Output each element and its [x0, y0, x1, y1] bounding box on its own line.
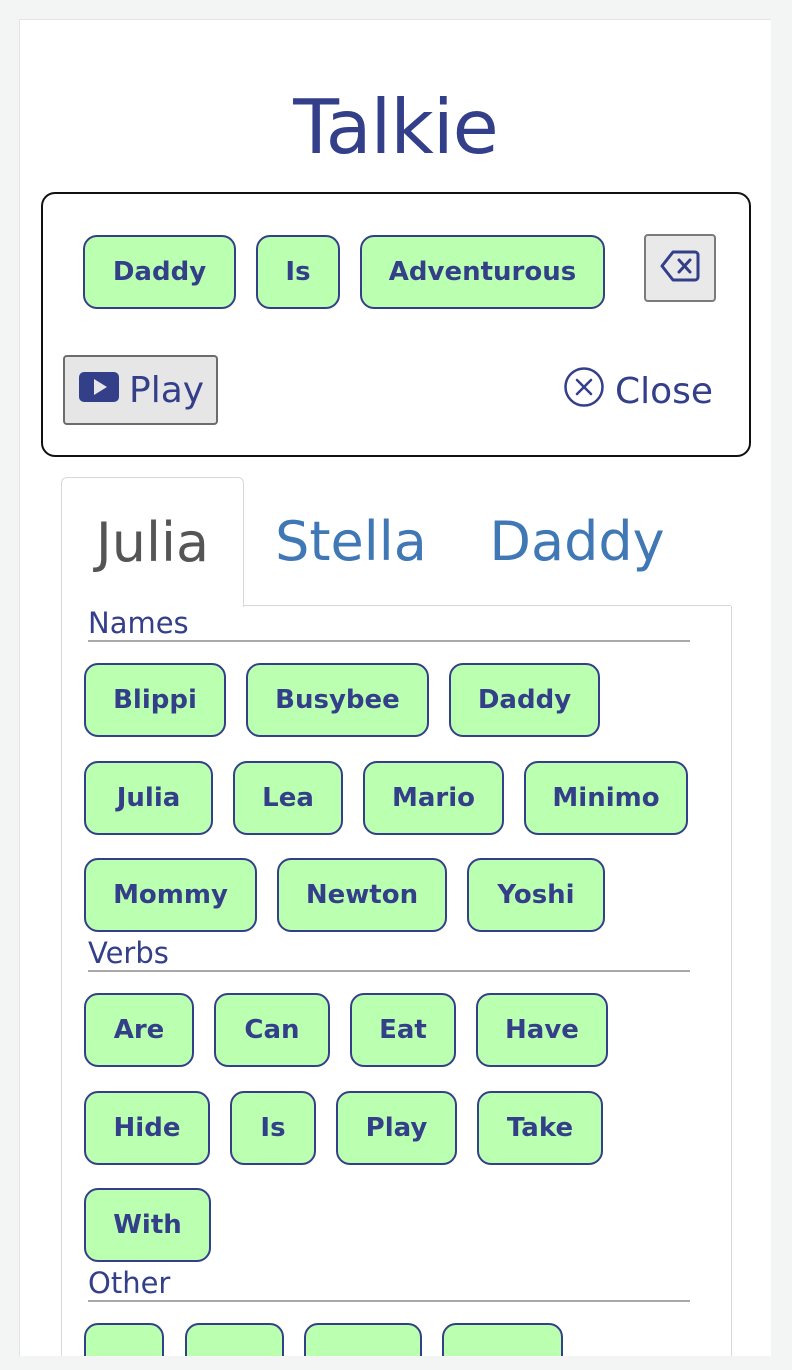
- word-button-take[interactable]: Take: [477, 1091, 603, 1165]
- section-heading-other: Other: [88, 1266, 690, 1302]
- app-page: Talkie Daddy Is Adventurous Play Close J…: [19, 19, 771, 1356]
- word-button-other-4[interactable]: [442, 1323, 563, 1356]
- app-title: Talkie: [293, 83, 499, 171]
- word-button-minimo[interactable]: Minimo: [524, 761, 688, 835]
- tab-bar: Julia Stella Daddy: [61, 477, 731, 607]
- section-heading-verbs: Verbs: [88, 936, 690, 972]
- tab-stella[interactable]: Stella: [261, 477, 441, 605]
- close-label: Close: [615, 370, 714, 412]
- tab-panel-julia: Names Blippi Busybee Daddy Julia Lea Mar…: [61, 606, 732, 1356]
- word-button-other-3[interactable]: [304, 1323, 422, 1356]
- play-button[interactable]: Play: [63, 355, 218, 425]
- close-button[interactable]: Close: [563, 366, 713, 416]
- play-icon: [79, 370, 119, 411]
- word-button-have[interactable]: Have: [476, 993, 608, 1067]
- word-button-busybee[interactable]: Busybee: [246, 663, 429, 737]
- word-button-is[interactable]: Is: [230, 1091, 316, 1165]
- word-button-mommy[interactable]: Mommy: [84, 858, 257, 932]
- word-button-daddy[interactable]: Daddy: [449, 663, 600, 737]
- sentence-word-adventurous[interactable]: Adventurous: [360, 235, 605, 309]
- word-button-newton[interactable]: Newton: [277, 858, 447, 932]
- word-button-other-2[interactable]: [185, 1323, 284, 1356]
- word-button-julia[interactable]: Julia: [84, 761, 213, 835]
- word-button-other-1[interactable]: [84, 1323, 164, 1356]
- word-button-mario[interactable]: Mario: [363, 761, 504, 835]
- word-button-are[interactable]: Are: [84, 993, 194, 1067]
- sentence-strip: Daddy Is Adventurous Play Close: [41, 192, 751, 457]
- word-button-hide[interactable]: Hide: [84, 1091, 210, 1165]
- sentence-word-is[interactable]: Is: [256, 235, 340, 309]
- word-button-yoshi[interactable]: Yoshi: [467, 858, 605, 932]
- tab-daddy[interactable]: Daddy: [471, 477, 683, 605]
- sentence-word-daddy[interactable]: Daddy: [83, 235, 236, 309]
- play-label: Play: [129, 369, 205, 411]
- word-button-play[interactable]: Play: [336, 1091, 457, 1165]
- section-heading-names: Names: [88, 606, 690, 642]
- word-button-eat[interactable]: Eat: [350, 993, 456, 1067]
- word-button-lea[interactable]: Lea: [233, 761, 343, 835]
- backspace-icon: [660, 249, 700, 288]
- word-button-can[interactable]: Can: [214, 993, 330, 1067]
- close-circle-icon: [563, 366, 605, 417]
- word-button-with[interactable]: With: [84, 1188, 211, 1262]
- tab-julia[interactable]: Julia: [61, 477, 244, 607]
- word-button-blippi[interactable]: Blippi: [84, 663, 226, 737]
- backspace-button[interactable]: [644, 234, 716, 302]
